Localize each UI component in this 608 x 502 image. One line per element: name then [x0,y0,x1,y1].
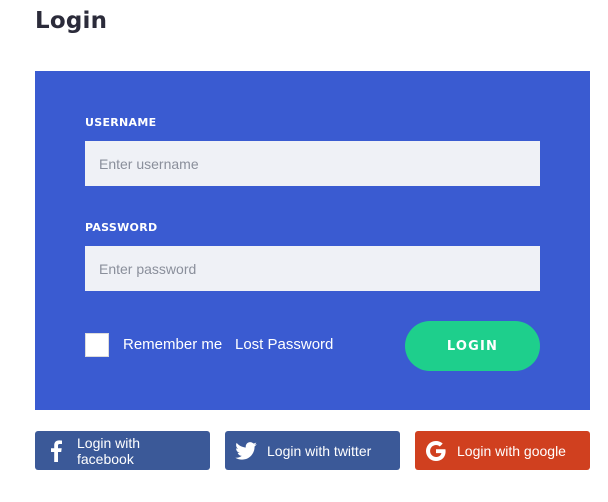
facebook-login-label: Login with facebook [77,434,141,467]
twitter-icon [225,431,267,470]
facebook-login-button[interactable]: Login with facebook [35,431,210,470]
login-form: USERNAME PASSWORD Remember me Lost Passw… [35,71,590,410]
password-label: PASSWORD [85,221,158,234]
google-login-label: Login with google [457,442,566,459]
username-input[interactable] [85,141,540,186]
login-button[interactable]: LOGIN [405,321,540,371]
page-title: Login [35,8,108,34]
remember-me-label[interactable]: Remember me [123,336,222,353]
twitter-login-label: Login with twitter [267,442,372,459]
facebook-icon [35,431,77,470]
twitter-login-button[interactable]: Login with twitter [225,431,400,470]
password-input[interactable] [85,246,540,291]
login-page: Login USERNAME PASSWORD Remember me Lost… [0,0,608,502]
lost-password-link[interactable]: Lost Password [235,336,333,353]
username-label: USERNAME [85,116,157,129]
remember-me-checkbox[interactable] [85,333,109,357]
google-icon [415,431,457,470]
google-login-button[interactable]: Login with google [415,431,590,470]
